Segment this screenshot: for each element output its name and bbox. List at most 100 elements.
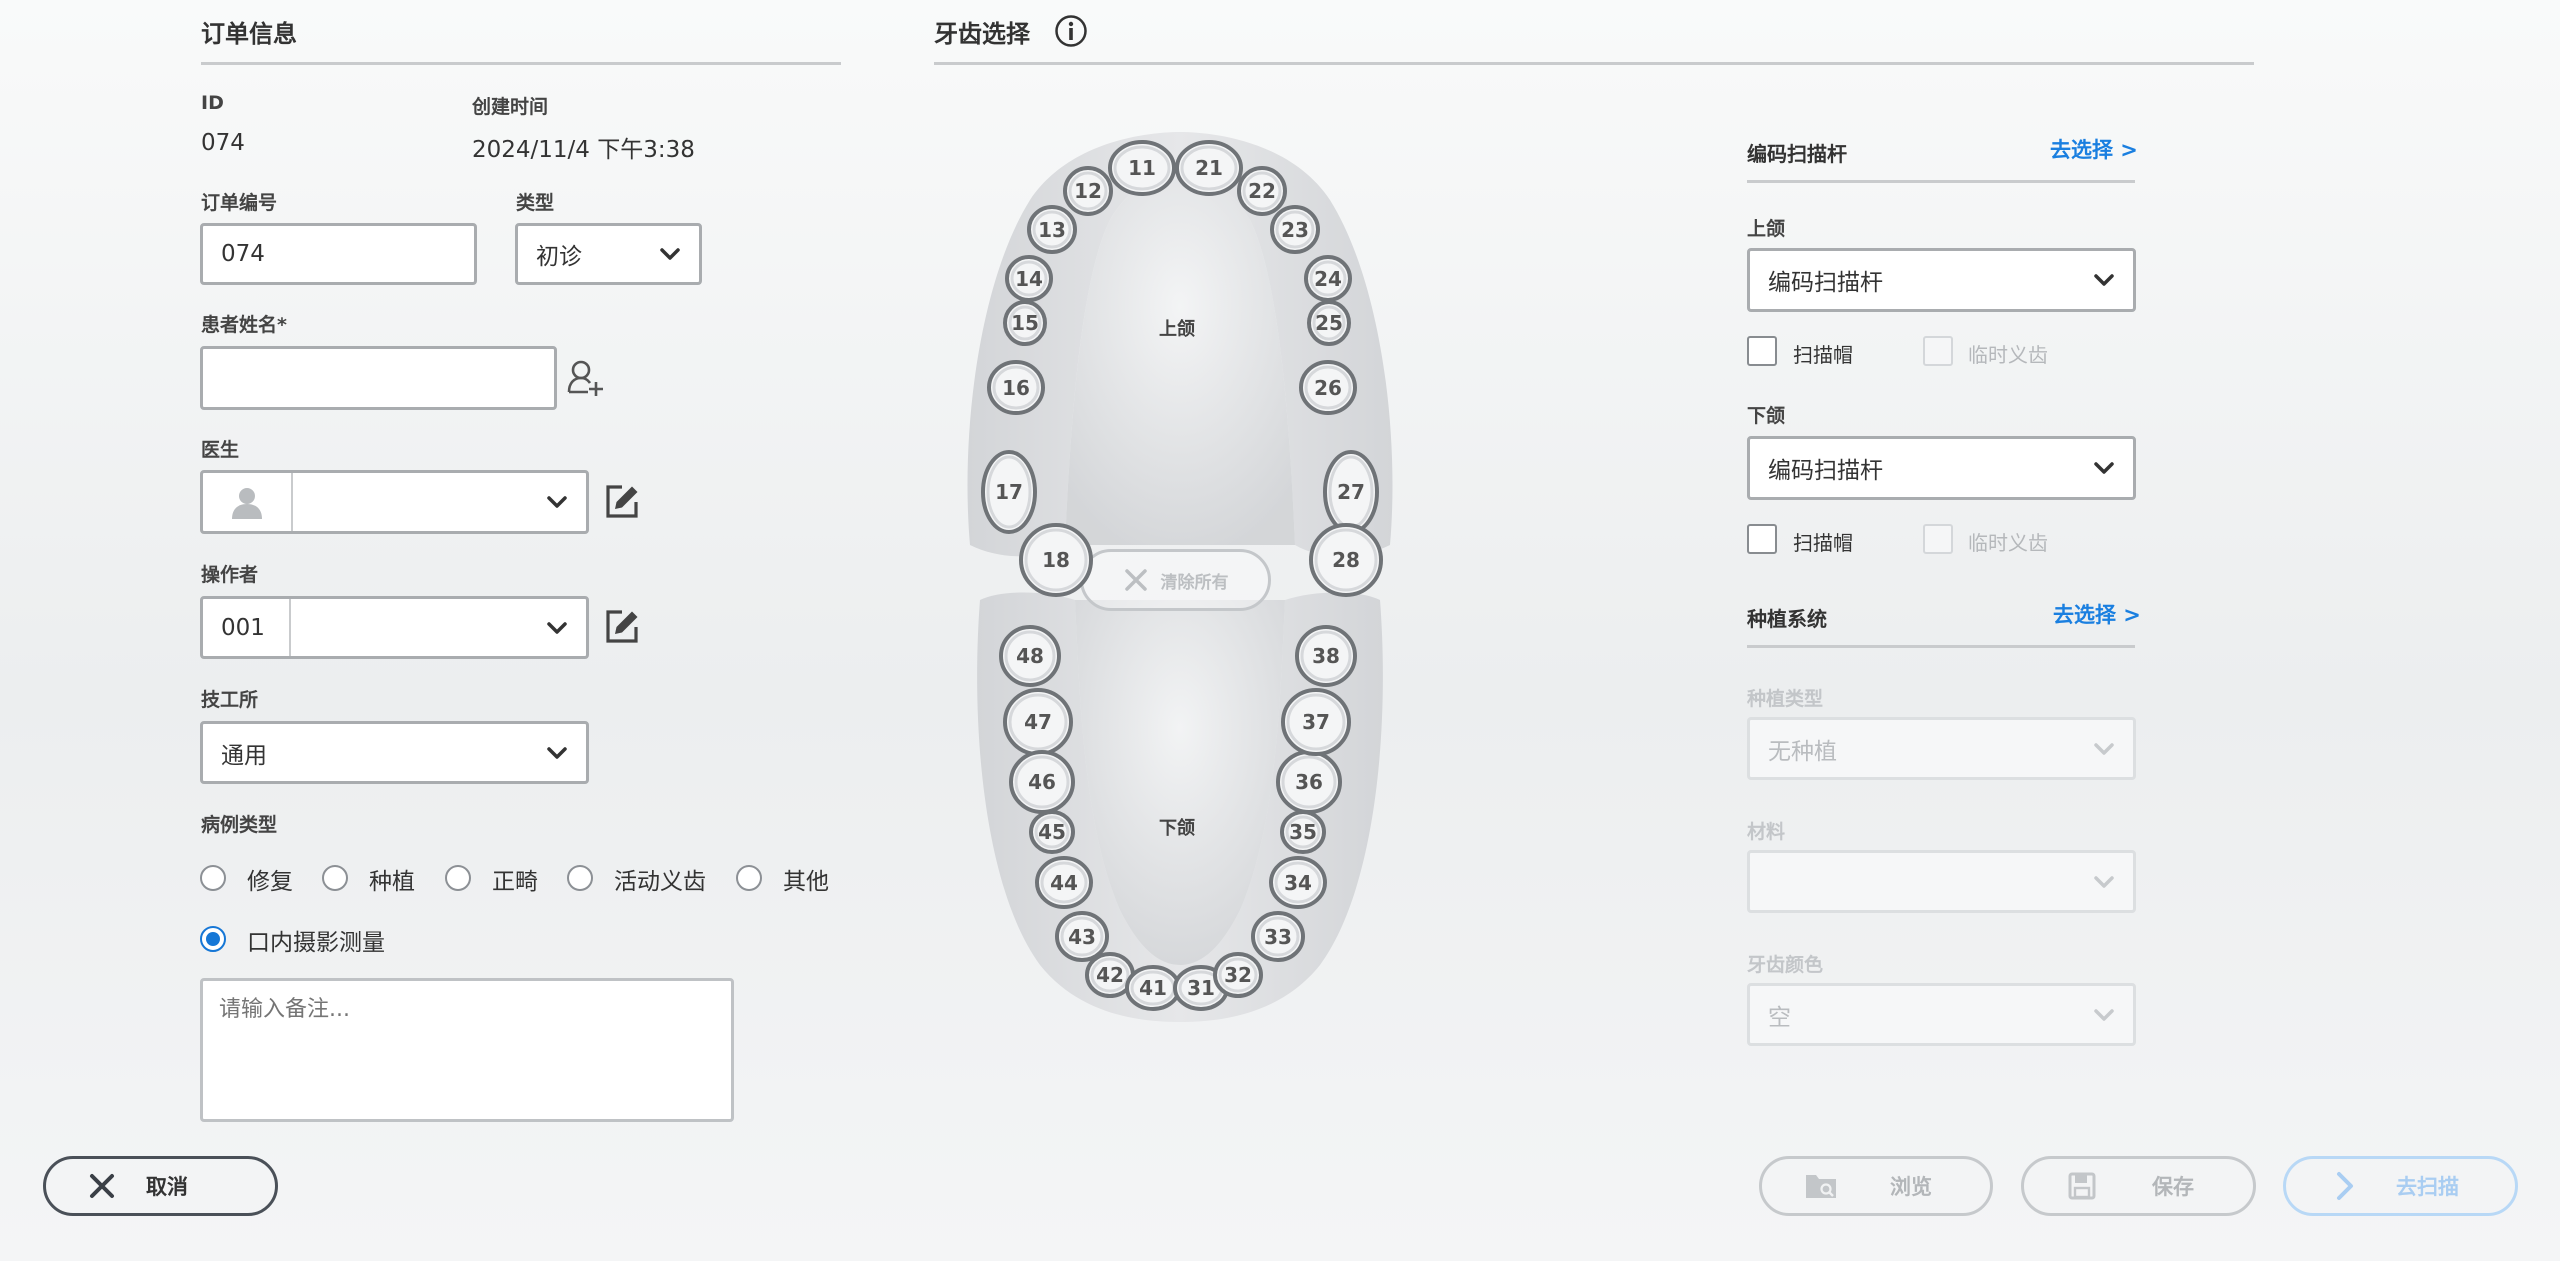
case-type-radio-restoration[interactable] <box>200 865 226 891</box>
tooth-36[interactable]: 36 <box>1275 749 1343 815</box>
implant-select-link[interactable]: 去选择 > <box>2053 599 2141 629</box>
implant-type-select[interactable]: 无种植 <box>1747 717 2136 780</box>
implant-title: 种植系统 <box>1747 607 1827 631</box>
lower-temp-denture-checkbox[interactable] <box>1923 524 1953 554</box>
tooth-number: 25 <box>1315 311 1343 335</box>
case-type-radio-other[interactable] <box>736 865 762 891</box>
material-label: 材料 <box>1747 821 1786 843</box>
scan-body-title: 编码扫描杆 <box>1747 142 1847 166</box>
chevron-right-icon <box>2337 1172 2353 1200</box>
chevron-down-icon <box>2094 875 2114 888</box>
patient-name-input[interactable] <box>200 346 557 410</box>
tooth-25[interactable]: 25 <box>1306 299 1352 347</box>
close-icon <box>90 1174 114 1198</box>
material-select[interactable] <box>1747 850 2136 913</box>
tooth-34[interactable]: 34 <box>1268 855 1328 910</box>
add-patient-icon[interactable] <box>566 358 606 398</box>
chevron-down-icon <box>660 248 680 260</box>
scan-upper-value: 编码扫描杆 <box>1768 270 1883 296</box>
upper-scan-cap-checkbox[interactable] <box>1747 336 1777 366</box>
lower-scan-cap-checkbox[interactable] <box>1747 524 1777 554</box>
tooth-46[interactable]: 46 <box>1008 749 1076 815</box>
folder-icon <box>1806 1175 1836 1198</box>
scan-upper-label: 上颌 <box>1747 218 1786 240</box>
tooth-number: 28 <box>1332 548 1360 572</box>
type-value: 初诊 <box>536 244 582 270</box>
doctor-label: 医生 <box>201 439 240 461</box>
edit-doctor-icon[interactable] <box>602 482 642 522</box>
save-button[interactable]: 保存 <box>2021 1156 2256 1216</box>
tooth-17[interactable]: 17 <box>980 449 1038 535</box>
chevron-down-icon <box>547 746 567 759</box>
save-icon <box>2068 1172 2096 1200</box>
operator-select[interactable]: 001 <box>200 596 589 659</box>
tooth-24[interactable]: 24 <box>1303 254 1353 303</box>
scan-body-divider <box>1747 180 2135 183</box>
case-type-radio-photogrammetry[interactable] <box>200 926 226 952</box>
type-label: 类型 <box>516 192 555 214</box>
tooth-number: 48 <box>1016 644 1044 668</box>
tooth-21[interactable]: 21 <box>1174 139 1244 197</box>
tooth-number: 14 <box>1015 266 1043 291</box>
upper-temp-denture-checkbox[interactable] <box>1923 336 1953 366</box>
case-type-label-orthodontic: 正畸 <box>492 869 538 895</box>
teeth-divider <box>934 62 2254 65</box>
chevron-down-icon <box>547 621 567 634</box>
tooth-37[interactable]: 37 <box>1280 687 1352 757</box>
doctor-select[interactable] <box>200 470 589 534</box>
case-type-label-other: 其他 <box>783 869 829 895</box>
tooth-28[interactable]: 28 <box>1308 522 1384 598</box>
tooth-38[interactable]: 38 <box>1294 624 1358 688</box>
chevron-down-icon <box>2094 742 2114 755</box>
scan-body-select-link[interactable]: 去选择 > <box>2050 134 2138 164</box>
case-type-radio-implant[interactable] <box>322 865 348 891</box>
tooth-number: 26 <box>1314 375 1342 400</box>
tooth-35[interactable]: 35 <box>1279 809 1327 855</box>
tooth-26[interactable]: 26 <box>1298 359 1358 416</box>
tooth-33[interactable]: 33 <box>1250 910 1306 963</box>
tooth-16[interactable]: 16 <box>986 359 1046 416</box>
order-no-input[interactable]: 074 <box>200 223 477 285</box>
type-select[interactable]: 初诊 <box>515 223 702 285</box>
lab-value: 通用 <box>221 742 267 769</box>
tooth-47[interactable]: 47 <box>1002 687 1074 757</box>
tooth-14[interactable]: 14 <box>1004 254 1054 303</box>
browse-label: 浏览 <box>1890 1175 1932 1199</box>
teeth-title: 牙齿选择 <box>934 20 1030 48</box>
chevron-down-icon <box>2094 462 2114 474</box>
scan-lower-select[interactable]: 编码扫描杆 <box>1747 436 2136 500</box>
scan-lower-label: 下颌 <box>1747 405 1786 427</box>
tooth-48[interactable]: 48 <box>998 624 1062 688</box>
tooth-number: 11 <box>1128 156 1156 180</box>
lab-label: 技工所 <box>201 689 259 711</box>
tooth-23[interactable]: 23 <box>1269 204 1321 255</box>
go-scan-button[interactable]: 去扫描 <box>2283 1156 2518 1216</box>
case-type-radio-removable[interactable] <box>567 865 593 891</box>
patient-label: 患者姓名* <box>201 314 287 336</box>
clear-all-button[interactable]: 清除所有 <box>1080 549 1271 611</box>
tooth-45[interactable]: 45 <box>1028 809 1076 855</box>
case-type-radio-orthodontic[interactable] <box>445 865 471 891</box>
lab-select[interactable]: 通用 <box>200 721 589 784</box>
browse-button[interactable]: 浏览 <box>1759 1156 1993 1216</box>
tooth-number: 36 <box>1295 770 1323 794</box>
id-label: ID <box>201 92 224 114</box>
doctor-avatar <box>203 473 293 531</box>
tooth-44[interactable]: 44 <box>1034 855 1094 910</box>
tooth-11[interactable]: 11 <box>1107 139 1177 197</box>
notes-textarea[interactable] <box>200 978 734 1122</box>
tooth-15[interactable]: 15 <box>1002 299 1048 347</box>
info-icon[interactable] <box>1054 14 1088 48</box>
edit-operator-icon[interactable] <box>602 607 642 647</box>
lower-temp-denture-label: 临时义齿 <box>1968 531 2048 555</box>
upper-temp-denture-label: 临时义齿 <box>1968 343 2048 367</box>
order-no-value: 074 <box>221 241 265 267</box>
tooth-number: 33 <box>1264 924 1292 949</box>
chevron-down-icon <box>2094 274 2114 286</box>
scan-upper-select[interactable]: 编码扫描杆 <box>1747 248 2136 312</box>
order-no-label: 订单编号 <box>201 192 278 214</box>
cancel-button[interactable]: 取消 <box>43 1156 278 1216</box>
lower-scan-cap-label: 扫描帽 <box>1793 531 1853 555</box>
tooth-color-select[interactable]: 空 <box>1747 983 2136 1046</box>
case-type-label-restoration: 修复 <box>247 869 293 895</box>
